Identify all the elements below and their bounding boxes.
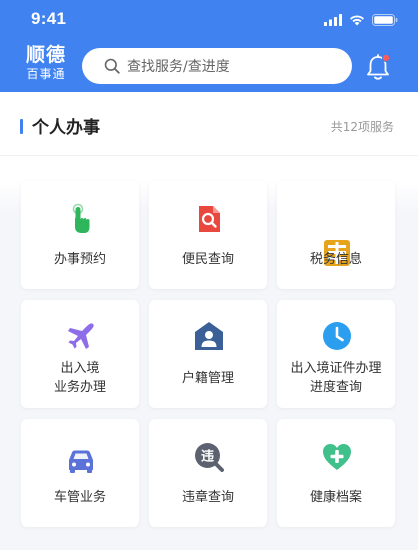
- car-icon: [69, 450, 93, 473]
- section-title: 个人办事: [32, 118, 100, 138]
- service-card-tax[interactable]: 税务信息: [277, 181, 395, 289]
- health-heart-icon: [323, 444, 351, 470]
- service-label: 便民查询: [181, 252, 234, 267]
- hand-tap-icon: [72, 203, 90, 233]
- service-card-violation[interactable]: 违 违章查询: [149, 419, 267, 527]
- service-card-vehicle[interactable]: 车管业务: [21, 419, 139, 527]
- service-count: 共12项服务: [330, 120, 394, 134]
- status-time: 9:41: [31, 9, 67, 28]
- brand-subtitle: 百事通: [26, 67, 66, 81]
- service-card-appointment[interactable]: 办事预约: [21, 181, 139, 289]
- svg-text:违: 违: [201, 449, 214, 465]
- wifi-icon: [350, 15, 364, 26]
- service-label: 办事预约: [53, 252, 106, 267]
- clock-icon: [323, 322, 351, 350]
- airplane-icon: [68, 323, 94, 349]
- service-label: 健康档案: [309, 490, 362, 505]
- service-label: 车管业务: [53, 490, 106, 505]
- status-icons: [324, 12, 398, 26]
- app-logo: 顺德 百事通: [22, 44, 70, 82]
- service-label: 违章查询: [181, 490, 234, 505]
- search-placeholder: 查找服务/查进度: [127, 59, 230, 75]
- service-label: 出入境证件办理 进度查询: [290, 361, 382, 395]
- battery-icon: [372, 14, 398, 26]
- violation-search-icon: 违: [195, 443, 224, 472]
- search-bar[interactable]: 查找服务/查进度: [82, 48, 352, 84]
- service-label: 户籍管理: [181, 371, 234, 386]
- service-card-health[interactable]: 健康档案: [277, 419, 395, 527]
- signal-icon: [324, 14, 342, 26]
- service-card-public-query[interactable]: 便民查询: [149, 181, 267, 289]
- section-header: 个人办事 共12项服务: [0, 104, 418, 144]
- house-person-icon: [195, 322, 223, 350]
- search-icon: [104, 58, 120, 74]
- service-card-household[interactable]: 户籍管理: [149, 300, 267, 408]
- section-accent: [20, 119, 23, 134]
- bell-icon: [367, 53, 391, 80]
- notification-button[interactable]: [364, 52, 392, 82]
- status-bar: 9:41: [0, 0, 418, 36]
- service-card-document-progress[interactable]: 出入境证件办理 进度查询: [277, 300, 395, 408]
- service-label: 税务信息: [309, 252, 362, 267]
- service-label: 出入境 业务办理: [53, 361, 106, 395]
- brand-title: 顺德: [25, 44, 66, 66]
- service-card-exit-entry[interactable]: 出入境 业务办理: [21, 300, 139, 408]
- document-search-icon: [199, 206, 220, 232]
- divider: [0, 155, 418, 156]
